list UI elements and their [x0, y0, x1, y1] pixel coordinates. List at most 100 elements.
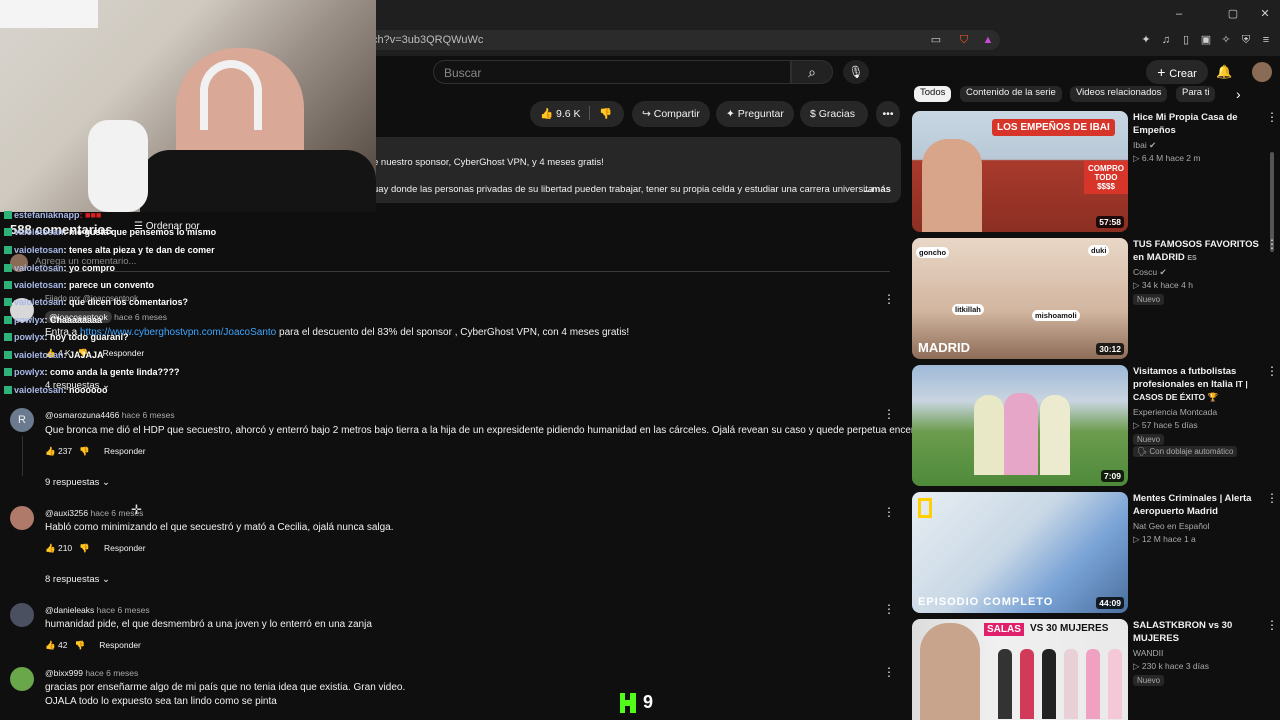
commenter-avatar[interactable]: [10, 506, 34, 530]
comment-text-suffix: para el descuento del 83% del sponsor , …: [276, 327, 630, 338]
chat-message: : como anda la gente linda????: [44, 367, 180, 377]
replies-toggle[interactable]: 8 respuestas ⌄: [45, 574, 110, 585]
like-count: 42: [57, 640, 68, 650]
video-thumbnail[interactable]: LOS EMPEÑOS DE IBAI COMPRO TODO $$$$ 57:…: [912, 111, 1128, 232]
brave-shield-icon[interactable]: ⛉: [956, 32, 972, 48]
wallet-icon[interactable]: ▣: [1198, 32, 1214, 48]
video-menu-icon[interactable]: ⋮: [1266, 491, 1278, 505]
comment-menu-icon[interactable]: ⋮: [883, 602, 895, 616]
sidebar-icon[interactable]: ▯: [1178, 32, 1194, 48]
rewards-icon[interactable]: ▲: [980, 32, 996, 48]
close-button[interactable]: ✕: [1254, 6, 1276, 22]
reply-button[interactable]: Responder: [104, 446, 146, 456]
dislike-icon[interactable]: 👎: [79, 543, 90, 553]
music-icon[interactable]: ♫: [1158, 32, 1174, 48]
channel-name[interactable]: Nat Geo en Español: [1133, 521, 1210, 531]
video-title[interactable]: Mentes Criminales | Alerta Aeropuerto Ma…: [1133, 492, 1263, 518]
like-count: 237: [57, 446, 73, 456]
video-menu-icon[interactable]: ⋮: [1266, 364, 1278, 378]
search-input[interactable]: Buscar: [433, 60, 791, 84]
more-actions-button[interactable]: •••: [876, 101, 900, 127]
show-more-link[interactable]: ...más: [864, 184, 891, 195]
dollar-icon: $: [810, 108, 816, 120]
channel-name[interactable]: WANDII: [1133, 648, 1163, 658]
like-icon[interactable]: 👍: [45, 543, 56, 553]
create-button[interactable]: + Crear: [1146, 60, 1208, 84]
notifications-icon[interactable]: 🔔: [1216, 64, 1232, 80]
like-dislike-button[interactable]: 👍 9.6 K 👎: [530, 101, 624, 127]
comment-handle[interactable]: @osmarozuna4466: [45, 410, 119, 420]
comment-time[interactable]: hace 6 meses: [97, 605, 150, 615]
like-count: 210: [57, 543, 73, 553]
video-title[interactable]: SALASTKBRON vs 30 MUJERES: [1133, 619, 1263, 645]
reply-button[interactable]: Responder: [103, 348, 145, 358]
comment-menu-icon[interactable]: ⋮: [883, 292, 895, 306]
leo-ai-icon[interactable]: ✧: [1218, 32, 1234, 48]
vpn-icon[interactable]: ⛨: [1238, 32, 1254, 48]
comment-menu-icon[interactable]: ⋮: [883, 407, 895, 421]
video-menu-icon[interactable]: ⋮: [1266, 237, 1278, 251]
chip-for-you[interactable]: Para ti: [1176, 86, 1216, 102]
comment-handle[interactable]: @bixx999: [45, 668, 83, 678]
video-thumbnail[interactable]: 7:09: [912, 365, 1128, 486]
search-button[interactable]: ⌕: [791, 60, 833, 84]
dislike-icon[interactable]: 👎: [79, 446, 90, 456]
thanks-button[interactable]: $ Gracias: [800, 101, 868, 127]
verified-icon: ✔: [1159, 267, 1167, 277]
video-menu-icon[interactable]: ⋮: [1266, 618, 1278, 632]
commenter-avatar[interactable]: [10, 667, 34, 691]
menu-icon[interactable]: ≡: [1258, 32, 1274, 48]
video-thumbnail[interactable]: goncho duki litkillah mishoamoli MADRID …: [912, 238, 1128, 359]
account-avatar[interactable]: [1252, 62, 1272, 82]
thumbnail-label: mishoamoli: [1032, 310, 1080, 321]
comment-handle[interactable]: @danieleaks: [45, 605, 94, 615]
chip-related[interactable]: Videos relacionados: [1070, 86, 1168, 102]
chat-message: : Chaaaaaaaa: [44, 315, 103, 325]
thumbnail-title: EPISODIO COMPLETO: [918, 596, 1054, 608]
thumbnail-title: LOS EMPEÑOS DE IBAI: [992, 119, 1115, 136]
thread-line: [22, 436, 23, 476]
ask-button[interactable]: ✦ Preguntar: [716, 101, 794, 127]
thumbnail-person: [920, 623, 980, 720]
comment-time[interactable]: hace 6 meses: [114, 312, 167, 322]
dislike-icon[interactable]: 👎: [75, 640, 86, 650]
replies-toggle[interactable]: 9 respuestas ⌄: [45, 477, 110, 488]
like-icon[interactable]: 👍: [45, 640, 56, 650]
extension-icon[interactable]: ✦: [1138, 32, 1154, 48]
comment-time[interactable]: hace 6 meses: [85, 668, 138, 678]
voice-search-icon[interactable]: 🎙: [843, 60, 869, 84]
like-icon[interactable]: 👍: [45, 446, 56, 456]
video-title[interactable]: Visitamos a futbolistas profesionales en…: [1133, 365, 1263, 404]
comment-actions: 👍 210 👎 Responder: [45, 543, 146, 554]
chat-username: estefaniaknapp: [14, 210, 80, 220]
video-thumbnail[interactable]: EPISODIO COMPLETO 44:09: [912, 492, 1128, 613]
comment-handle[interactable]: @auxi3256: [45, 508, 88, 518]
channel-name[interactable]: Coscu ✔: [1133, 267, 1167, 278]
screen-icon[interactable]: ▭: [928, 32, 944, 48]
video-title[interactable]: TUS FAMOSOS FAVORITOS en MADRID ES: [1133, 238, 1263, 265]
comment-menu-icon[interactable]: ⋮: [883, 665, 895, 679]
video-title[interactable]: Hice Mi Propia Casa de Empeños: [1133, 111, 1263, 137]
plus-icon: +: [1157, 64, 1170, 80]
address-bar[interactable]: ch?v=3ub3QRQWuWc: [360, 30, 1000, 50]
channel-name[interactable]: Experiencia Montcada: [1133, 407, 1217, 417]
maximize-button[interactable]: ▢: [1222, 6, 1244, 22]
video-description[interactable]: e nuestro sponsor, CyberGhost VPN, y 4 m…: [367, 137, 901, 203]
commenter-avatar[interactable]: [10, 603, 34, 627]
video-menu-icon[interactable]: ⋮: [1266, 110, 1278, 124]
share-button[interactable]: ↪ Compartir: [632, 101, 710, 127]
reply-button[interactable]: Responder: [99, 640, 141, 650]
minimize-button[interactable]: –: [1168, 6, 1190, 22]
chevron-right-icon[interactable]: ›: [1236, 86, 1241, 102]
chip-series[interactable]: Contenido de la serie: [960, 86, 1062, 102]
thumbnail-person: [1020, 649, 1034, 719]
chat-line: powlyx: como anda la gente linda????: [4, 367, 180, 377]
commenter-avatar[interactable]: R: [10, 408, 34, 432]
comment-menu-icon[interactable]: ⋮: [883, 505, 895, 519]
comment-time[interactable]: hace 6 meses: [122, 410, 175, 420]
new-badge: Nuevo: [1133, 675, 1165, 686]
reply-button[interactable]: Responder: [104, 543, 146, 553]
chip-all[interactable]: Todos: [914, 86, 952, 102]
channel-name[interactable]: Ibai ✔: [1133, 140, 1156, 151]
video-thumbnail[interactable]: SALAS VS 30 MUJERES: [912, 619, 1128, 720]
